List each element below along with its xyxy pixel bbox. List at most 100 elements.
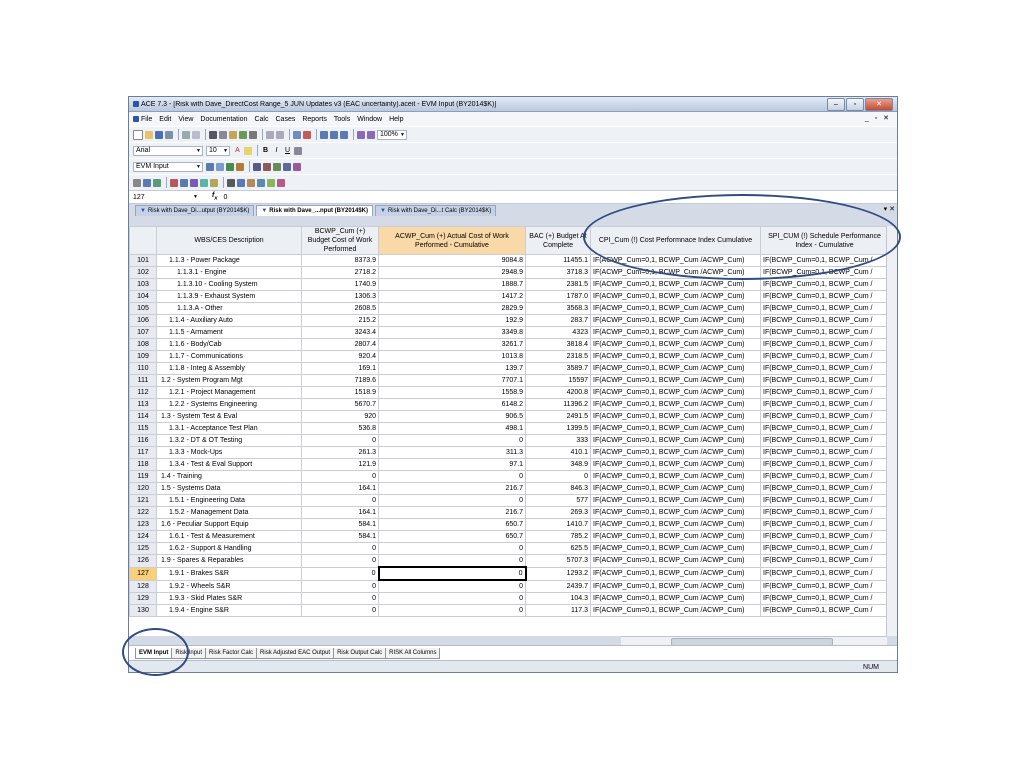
spi-cell[interactable]: IF(BCWP_Cum=0,1, BCWP_Cum / bbox=[760, 518, 889, 531]
menu-file[interactable]: File bbox=[141, 116, 152, 123]
tool-icon[interactable] bbox=[133, 178, 141, 187]
bcwp-cell[interactable]: 121.9 bbox=[301, 458, 379, 471]
acwp-cell[interactable]: 3349.8 bbox=[378, 326, 526, 339]
wbs-description[interactable]: 1.1.5 - Armament bbox=[156, 326, 302, 339]
spi-cell[interactable]: IF(BCWP_Cum=0,1, BCWP_Cum / bbox=[760, 410, 889, 423]
bcwp-cell[interactable]: 0 bbox=[301, 542, 379, 555]
wbs-description[interactable]: 1.3.4 - Test & Eval Support bbox=[156, 458, 302, 471]
menu-edit[interactable]: Edit bbox=[159, 116, 171, 123]
wbs-description[interactable]: 1.9.1 - Brakes S&R bbox=[156, 566, 302, 581]
acwp-cell[interactable]: 906.5 bbox=[378, 410, 526, 423]
table-row[interactable]: 107 1.1.5 - Armament 3243.4 3349.8 4323 IF(AC… bbox=[129, 326, 889, 339]
cpi-cell[interactable]: IF(ACWP_Cum=0,1, BCWP_Cum /ACWP_Cum) bbox=[590, 386, 761, 399]
spi-cell[interactable]: IF(BCWP_Cum=0,1, BCWP_Cum / bbox=[760, 338, 889, 351]
row-number[interactable]: 128 bbox=[129, 579, 157, 593]
delete-row-icon[interactable] bbox=[303, 130, 311, 139]
acwp-cell[interactable]: 1558.9 bbox=[378, 386, 526, 399]
spi-cell[interactable]: IF(BCWP_Cum=0,1, BCWP_Cum / bbox=[760, 302, 889, 315]
table-row[interactable]: 113 1.2.2 - Systems Engineering 5670.7 6148… bbox=[129, 398, 889, 411]
minimize-button[interactable]: – bbox=[827, 98, 845, 111]
cpi-cell[interactable]: IF(ACWP_Cum=0,1, BCWP_Cum /ACWP_Cum) bbox=[590, 542, 761, 555]
row-number[interactable]: 115 bbox=[129, 422, 157, 435]
cpi-cell[interactable]: IF(ACWP_Cum=0,1, BCWP_Cum /ACWP_Cum) bbox=[590, 579, 761, 593]
spi-cell[interactable]: IF(BCWP_Cum=0,1, BCWP_Cum / bbox=[760, 386, 889, 399]
spi-cell[interactable]: IF(BCWP_Cum=0,1, BCWP_Cum / bbox=[760, 494, 889, 507]
acwp-cell[interactable]: 1013.8 bbox=[378, 350, 526, 363]
acwp-cell[interactable]: 97.1 bbox=[378, 458, 526, 471]
wbs-description[interactable]: 1.2.2 - Systems Engineering bbox=[156, 398, 302, 411]
row-number[interactable]: 129 bbox=[129, 592, 157, 605]
cpi-cell[interactable]: IF(ACWP_Cum=0,1, BCWP_Cum /ACWP_Cum) bbox=[590, 434, 761, 447]
bcwp-cell[interactable]: 2608.5 bbox=[301, 302, 379, 315]
bac-cell[interactable]: 4200.8 bbox=[525, 386, 591, 399]
table-row[interactable]: 123 1.6 - Peculiar Support Equip 584.1 650.… bbox=[129, 518, 889, 531]
bcwp-cell[interactable]: 0 bbox=[301, 434, 379, 447]
spi-cell[interactable]: IF(BCWP_Cum=0,1, BCWP_Cum / bbox=[760, 458, 889, 471]
font-color-icon[interactable]: A bbox=[233, 147, 242, 154]
column-header[interactable]: BCWP_Cum (+) Budget Cost of Work Perform… bbox=[301, 226, 379, 255]
wbs-description[interactable]: 1.1.3.9 - Exhaust System bbox=[156, 290, 302, 303]
tool-icon[interactable] bbox=[200, 178, 208, 187]
spi-cell[interactable]: IF(BCWP_Cum=0,1, BCWP_Cum / bbox=[760, 579, 889, 593]
cpi-cell[interactable]: IF(ACWP_Cum=0,1, BCWP_Cum /ACWP_Cum) bbox=[590, 458, 761, 471]
chart-icon[interactable] bbox=[253, 162, 261, 171]
wbs-description[interactable]: 1.3.2 - DT & OT Testing bbox=[156, 434, 302, 447]
wbs-description[interactable]: 1.5.1 - Engineering Data bbox=[156, 494, 302, 507]
corner-cell[interactable] bbox=[129, 226, 157, 255]
cpi-cell[interactable]: IF(ACWP_Cum=0,1, BCWP_Cum /ACWP_Cum) bbox=[590, 482, 761, 495]
vertical-scrollbar[interactable] bbox=[886, 226, 897, 636]
bac-cell[interactable]: 1293.2 bbox=[525, 566, 591, 581]
row-number[interactable]: 112 bbox=[129, 386, 157, 399]
bac-cell[interactable]: 1399.5 bbox=[525, 422, 591, 435]
bac-cell[interactable]: 104.3 bbox=[525, 592, 591, 605]
mdi-controls[interactable]: _ ▫ ✕ bbox=[865, 114, 891, 122]
acwp-cell[interactable]: 0 bbox=[377, 566, 527, 581]
spi-cell[interactable]: IF(BCWP_Cum=0,1, BCWP_Cum / bbox=[760, 422, 889, 435]
report-icon[interactable] bbox=[236, 162, 244, 171]
column-header[interactable]: BAC (+) Budget At Complete bbox=[525, 226, 591, 255]
spi-cell[interactable]: IF(BCWP_Cum=0,1, BCWP_Cum / bbox=[760, 362, 889, 375]
bcwp-cell[interactable]: 261.3 bbox=[301, 446, 379, 459]
globe-icon[interactable] bbox=[293, 162, 301, 171]
doc-tab-calc[interactable]: ▼ Risk with Dave_Di...t Calc (BY2014$K) bbox=[375, 205, 497, 216]
cell-reference[interactable]: 127 bbox=[133, 194, 193, 201]
preview-icon[interactable] bbox=[192, 130, 200, 139]
bcwp-cell[interactable]: 169.1 bbox=[301, 362, 379, 375]
row-number[interactable]: 103 bbox=[129, 278, 157, 291]
table-row[interactable]: 128 1.9.2 - Wheels S&R 0 0 2439.7 IF(ACWP_Cum… bbox=[129, 579, 889, 593]
cpi-cell[interactable]: IF(ACWP_Cum=0,1, BCWP_Cum /ACWP_Cum) bbox=[590, 362, 761, 375]
spi-cell[interactable]: IF(BCWP_Cum=0,1, BCWP_Cum / bbox=[760, 290, 889, 303]
acwp-cell[interactable]: 192.9 bbox=[378, 314, 526, 327]
cpi-cell[interactable]: IF(ACWP_Cum=0,1, BCWP_Cum /ACWP_Cum) bbox=[590, 350, 761, 363]
tool-icon[interactable] bbox=[247, 178, 255, 187]
table-row[interactable]: 106 1.1.4 - Auxiliary Auto 215.2 192.9 283.7… bbox=[129, 314, 889, 327]
wbs-description[interactable]: 1.6.2 - Support & Handling bbox=[156, 542, 302, 555]
bac-cell[interactable]: 11455.1 bbox=[525, 254, 591, 267]
cpi-cell[interactable]: IF(ACWP_Cum=0,1, BCWP_Cum /ACWP_Cum) bbox=[590, 374, 761, 387]
zoom-combo[interactable]: 100% ▼ bbox=[377, 129, 407, 140]
bac-cell[interactable]: 333 bbox=[525, 434, 591, 447]
cpi-cell[interactable]: IF(ACWP_Cum=0,1, BCWP_Cum /ACWP_Cum) bbox=[590, 398, 761, 411]
cpi-cell[interactable]: IF(ACWP_Cum=0,1, BCWP_Cum /ACWP_Cum) bbox=[590, 530, 761, 543]
paste-icon[interactable] bbox=[229, 130, 237, 139]
acwp-cell[interactable]: 6148.2 bbox=[378, 398, 526, 411]
bac-cell[interactable]: 0 bbox=[525, 470, 591, 483]
cpi-cell[interactable]: IF(ACWP_Cum=0,1, BCWP_Cum /ACWP_Cum) bbox=[590, 566, 761, 581]
wbs-description[interactable]: 1.1.3 - Power Package bbox=[156, 254, 302, 267]
acwp-cell[interactable]: 216.7 bbox=[378, 482, 526, 495]
cut-icon[interactable] bbox=[209, 130, 217, 139]
bcwp-cell[interactable]: 920 bbox=[301, 410, 379, 423]
bcwp-cell[interactable]: 0 bbox=[301, 566, 379, 581]
wbs-description[interactable]: 1.6.1 - Test & Measurement bbox=[156, 530, 302, 543]
menu-window[interactable]: Window bbox=[357, 116, 382, 123]
bcwp-cell[interactable]: 584.1 bbox=[301, 530, 379, 543]
bac-cell[interactable]: 283.7 bbox=[525, 314, 591, 327]
bac-cell[interactable]: 1787.0 bbox=[525, 290, 591, 303]
row-number[interactable]: 114 bbox=[129, 410, 157, 423]
tool-icon[interactable] bbox=[277, 178, 285, 187]
wbs-description[interactable]: 1.9.3 - Skid Plates S&R bbox=[156, 592, 302, 605]
open-icon[interactable] bbox=[145, 130, 153, 139]
table-row[interactable]: 104 1.1.3.9 - Exhaust System 1306.3 1417.2 1… bbox=[129, 290, 889, 303]
bcwp-cell[interactable]: 5670.7 bbox=[301, 398, 379, 411]
print-icon[interactable] bbox=[182, 130, 190, 139]
